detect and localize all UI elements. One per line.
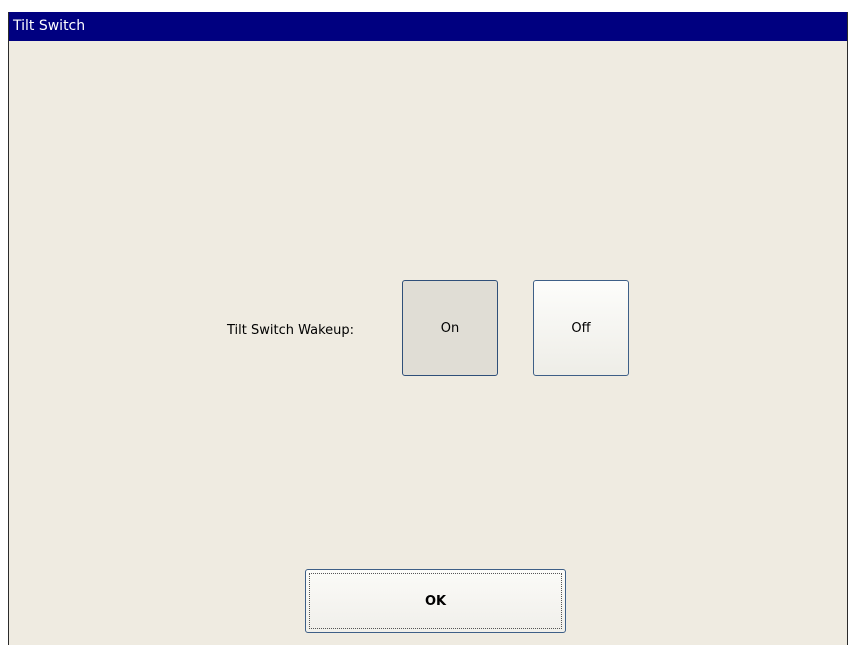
off-button[interactable]: Off (533, 280, 629, 376)
window-title: Tilt Switch (13, 18, 86, 34)
off-button-label: Off (571, 320, 591, 336)
ok-button-label: OK (424, 593, 447, 609)
on-button[interactable]: On (402, 280, 498, 376)
ok-button[interactable]: OK (305, 569, 566, 633)
tilt-switch-window: Tilt Switch Tilt Switch Wakeup: On Off O… (8, 12, 848, 645)
tilt-switch-wakeup-label: Tilt Switch Wakeup: (227, 323, 355, 338)
window-titlebar: Tilt Switch (9, 12, 847, 41)
on-button-label: On (440, 320, 460, 336)
